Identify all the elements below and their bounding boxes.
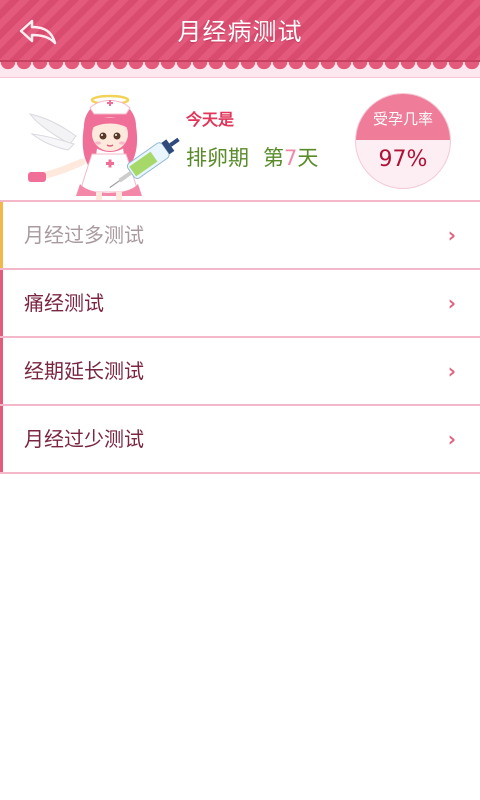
test-item-dysmenorrhea[interactable]: 痛经测试 › [0,268,480,336]
page-title: 月经病测试 [177,18,303,46]
test-item-prolonged-period[interactable]: 经期延长测试 › [0,336,480,404]
chevron-right-icon: › [447,359,456,383]
pregnancy-rate-label: 受孕几率 [356,94,450,140]
test-item-label: 月经过少测试 [24,427,144,451]
test-item-heavy-menstruation[interactable]: 月经过多测试 › [0,200,480,268]
chevron-right-icon: › [447,291,456,315]
today-label: 今天是 [186,110,235,129]
nurse-mascot-illustration [28,94,180,200]
pregnancy-rate-value: 97% [378,147,428,172]
lace-border [0,62,480,78]
test-item-label: 痛经测试 [24,291,104,315]
test-item-label: 月经过多测试 [24,223,144,247]
day-prefix: 第 [263,146,284,170]
chevron-right-icon: › [447,427,456,451]
cycle-phase: 排卵期 第7天 [186,142,318,172]
phase-name: 排卵期 [186,146,249,170]
day-number: 7 [284,146,298,170]
test-item-scanty-menstruation[interactable]: 月经过少测试 › [0,404,480,472]
app-header: 月经病测试 [0,0,480,64]
day-suffix: 天 [297,146,319,170]
pregnancy-rate-badge: 受孕几率 97% [356,94,450,188]
test-list: 月经过多测试 › 痛经测试 › 经期延长测试 › 月经过少测试 › [0,200,480,474]
test-item-label: 经期延长测试 [24,359,144,383]
chevron-right-icon: › [447,223,456,247]
list-divider [0,472,480,474]
